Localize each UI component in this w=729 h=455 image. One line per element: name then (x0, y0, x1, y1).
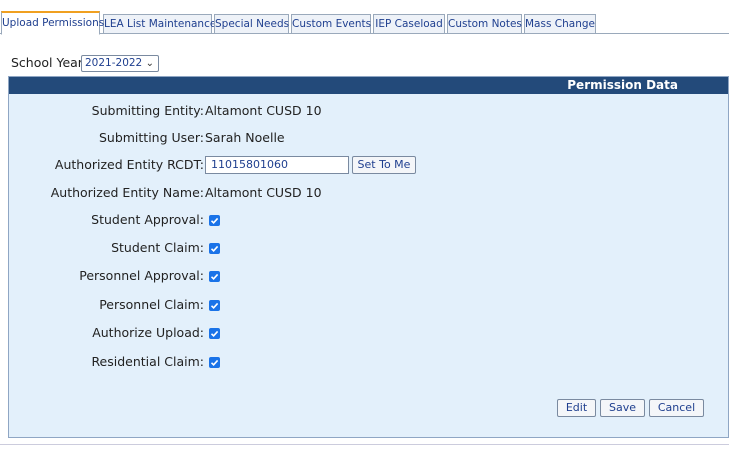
panel-title: Permission Data (9, 77, 728, 94)
residential-claim-label: Residential Claim: (91, 354, 204, 369)
student-claim-label: Student Claim: (111, 240, 204, 255)
submitting-entity-value: Altamont CUSD 10 (205, 103, 322, 118)
page-divider (0, 444, 729, 445)
personnel-approval-label: Personnel Approval: (79, 268, 204, 283)
submitting-user-value: Sarah Noelle (205, 130, 285, 145)
tab-custom-events[interactable]: Custom Events (291, 14, 371, 33)
personnel-claim-label: Personnel Claim: (99, 297, 204, 312)
submitting-entity-row: Submitting Entity: Altamont CUSD 10 (9, 101, 709, 121)
authorize-upload-label: Authorize Upload: (92, 325, 204, 340)
submitting-entity-label: Submitting Entity: (91, 103, 204, 118)
set-to-me-button[interactable]: Set To Me (352, 156, 416, 174)
authorized-name-value: Altamont CUSD 10 (205, 185, 322, 200)
check-icon (210, 217, 219, 224)
student-approval-label: Student Approval: (91, 212, 204, 227)
student-approval-row: Student Approval: (9, 210, 709, 230)
residential-claim-row: Residential Claim: (9, 352, 709, 372)
school-year-label: School Year: (11, 55, 87, 70)
tab-bar: Upload Permissions LEA List Maintenance … (0, 0, 729, 35)
student-claim-checkbox[interactable] (209, 243, 220, 254)
school-year-value: 2021-2022 (85, 57, 143, 69)
authorized-name-label: Authorized Entity Name: (50, 185, 204, 200)
tab-upload-permissions[interactable]: Upload Permissions (1, 11, 104, 35)
residential-claim-checkbox[interactable] (209, 357, 220, 368)
tab-mass-change[interactable]: Mass Change (524, 14, 596, 33)
authorized-rcdt-label: Authorized Entity RCDT: (54, 157, 204, 172)
tab-custom-notes[interactable]: Custom Notes (447, 14, 522, 33)
save-button[interactable]: Save (600, 399, 645, 417)
authorized-rcdt-input[interactable]: 11015801060 (205, 156, 349, 174)
tab-lea-list-maintenance[interactable]: LEA List Maintenance (103, 14, 216, 33)
personnel-claim-checkbox[interactable] (209, 300, 220, 311)
check-icon (210, 245, 219, 252)
cancel-button[interactable]: Cancel (649, 399, 704, 417)
submitting-user-label: Submitting User: (98, 130, 204, 145)
personnel-approval-checkbox[interactable] (209, 271, 220, 282)
authorize-upload-checkbox[interactable] (209, 328, 220, 339)
personnel-claim-row: Personnel Claim: (9, 295, 709, 315)
authorized-name-row: Authorized Entity Name: Altamont CUSD 10 (9, 183, 709, 203)
edit-button[interactable]: Edit (557, 399, 596, 417)
chevron-down-icon: ⌄ (145, 58, 154, 69)
school-year-select[interactable]: 2021-2022 ⌄ (81, 55, 159, 72)
student-claim-row: Student Claim: (9, 238, 709, 258)
check-icon (210, 302, 219, 309)
student-approval-checkbox[interactable] (209, 215, 220, 226)
submitting-user-row: Submitting User: Sarah Noelle (9, 128, 709, 148)
check-icon (210, 273, 219, 280)
permission-data-panel: Permission Data Submitting Entity: Altam… (8, 76, 729, 438)
tab-special-needs[interactable]: Special Needs (214, 14, 289, 33)
authorized-rcdt-row: Authorized Entity RCDT: 11015801060 Set … (9, 155, 709, 175)
personnel-approval-row: Personnel Approval: (9, 266, 709, 286)
check-icon (210, 359, 219, 366)
check-icon (210, 330, 219, 337)
authorize-upload-row: Authorize Upload: (9, 323, 709, 343)
tab-iep-caseload[interactable]: IEP Caseload (373, 14, 445, 33)
